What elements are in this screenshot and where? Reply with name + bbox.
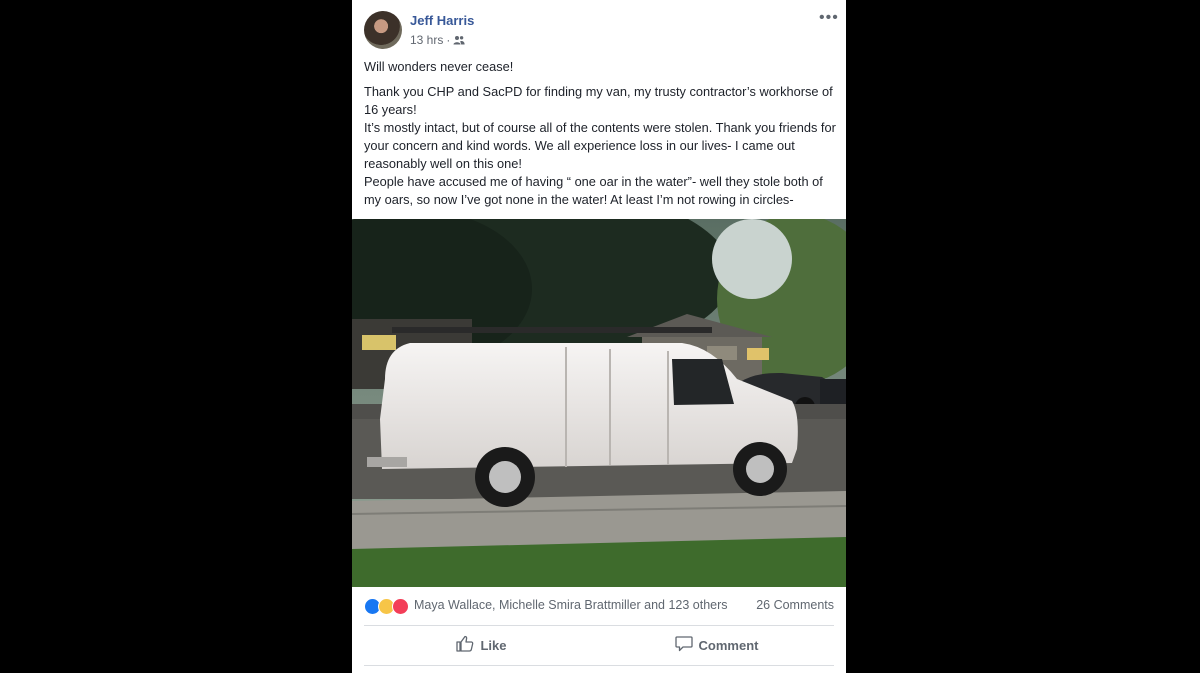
like-label: Like (480, 637, 507, 653)
post-paragraph: People have accused me of having “ one o… (364, 174, 823, 207)
love-reaction-icon (392, 598, 409, 615)
meta-separator: · (446, 33, 451, 47)
comments-count[interactable]: 26 Comments (756, 598, 834, 612)
post-header: Jeff Harris 13 hrs · ••• (352, 0, 846, 56)
reactions-bar: Maya Wallace, Michelle Smira Brattmiller… (364, 596, 834, 616)
divider (364, 625, 834, 626)
post-meta: 13 hrs · (410, 33, 465, 47)
post-timestamp[interactable]: 13 hrs (410, 33, 443, 47)
comment-button[interactable]: Comment (599, 630, 834, 660)
reaction-icons[interactable] (364, 598, 409, 615)
like-button[interactable]: Like (364, 630, 599, 660)
friends-icon[interactable] (453, 35, 465, 45)
divider (364, 665, 834, 666)
comment-icon (674, 635, 693, 655)
author-avatar[interactable] (364, 11, 402, 49)
more-options-icon[interactable]: ••• (819, 10, 839, 26)
post-paragraph: Will wonders never cease! (364, 59, 514, 74)
post-paragraph: It’s mostly intact, but of course all of… (364, 120, 836, 171)
post-card: Jeff Harris 13 hrs · ••• Will wonders ne… (352, 0, 846, 673)
post-paragraph: Thank you CHP and SacPD for finding my v… (364, 84, 833, 117)
author-name[interactable]: Jeff Harris (410, 13, 474, 28)
post-text: Will wonders never cease! Thank you CHP … (364, 58, 836, 209)
comment-label: Comment (698, 637, 759, 653)
action-bar: Like Comment (364, 630, 834, 660)
thumbs-up-icon (456, 635, 474, 655)
post-photo[interactable] (352, 219, 846, 587)
reaction-names[interactable]: Maya Wallace, Michelle Smira Brattmiller… (414, 598, 728, 612)
